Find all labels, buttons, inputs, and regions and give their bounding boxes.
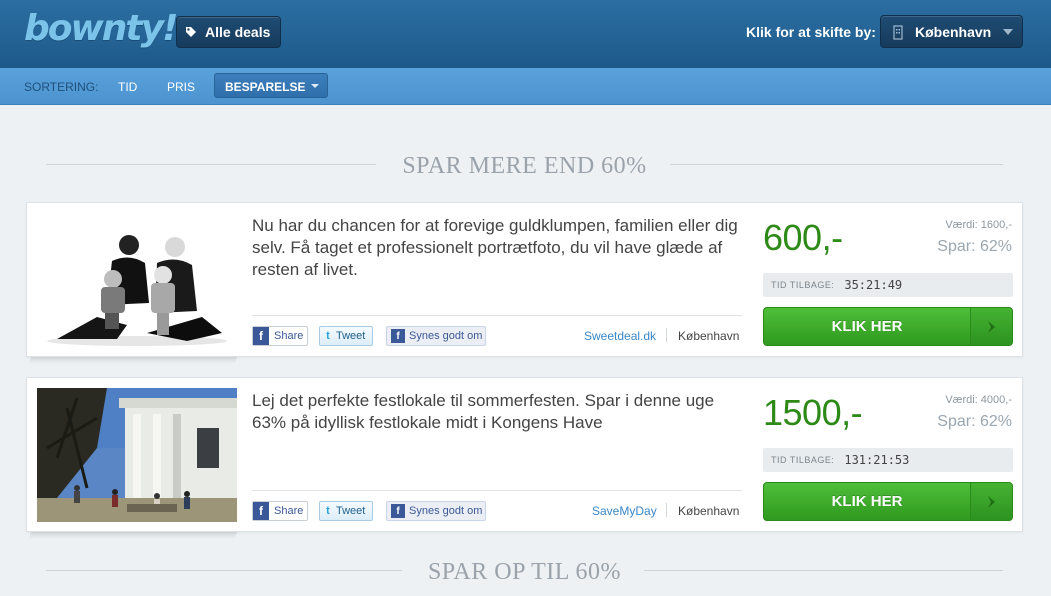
city-switch-label: Klik for at skifte by: — [746, 24, 876, 40]
divider — [666, 328, 667, 342]
city-select-label: København — [915, 23, 992, 40]
top-header: bownty! Alle deals Klik for at skifte by… — [0, 0, 1051, 68]
deal-source-link[interactable]: Sweetdeal.dk — [584, 329, 656, 343]
deal-description[interactable]: Lej det perfekte festlokale til sommerfe… — [252, 390, 747, 434]
tag-icon — [185, 26, 197, 38]
sort-option-savings[interactable]: BESPARELSE — [214, 73, 328, 98]
divider — [666, 503, 667, 517]
sort-label: SORTERING: — [24, 80, 99, 94]
deal-card: Lej det perfekte festlokale til sommerfe… — [26, 377, 1023, 532]
card-shadow — [28, 356, 238, 364]
facebook-icon: f — [253, 502, 269, 520]
tweet-button[interactable]: t Tweet — [319, 501, 373, 521]
deal-photo-venue[interactable] — [37, 388, 237, 522]
deal-timer: TID TILBAGE: 35:21:49 — [763, 273, 1013, 297]
deal-source-link[interactable]: SaveMyDay — [592, 504, 657, 518]
deal-photo-family[interactable] — [37, 213, 237, 347]
section-title: SPAR OP TIL 60% — [427, 559, 622, 585]
logo[interactable]: bownty! — [24, 8, 178, 49]
deal-timer: TID TILBAGE: 131:21:53 — [763, 448, 1013, 472]
klik-her-button[interactable]: KLIK HER — [763, 482, 1013, 521]
deal-description[interactable]: Nu har du chancen for at forevige guldkl… — [252, 215, 747, 281]
sort-bar: SORTERING: TID PRIS BESPARELSE — [0, 68, 1051, 105]
timer-value: 131:21:53 — [844, 453, 910, 467]
deal-city: København — [678, 329, 740, 343]
building-icon — [893, 24, 903, 40]
facebook-like-button[interactable]: f Synes godt om — [386, 326, 486, 346]
chevron-down-icon — [311, 84, 319, 88]
deal-price: 600,- — [763, 217, 843, 258]
social-bar: f Share t Tweet f Synes godt om SaveMyDa… — [252, 490, 742, 524]
chevron-right-icon — [970, 308, 1012, 345]
deal-city: København — [678, 504, 740, 518]
timer-label: TID TILBAGE: — [771, 455, 835, 465]
social-bar: f Share t Tweet f Synes godt om Sweetdea… — [252, 315, 742, 349]
deal-value: Værdi: 1600,- — [945, 219, 1012, 231]
all-deals-button[interactable]: Alle deals — [176, 16, 282, 48]
deal-price: 1500,- — [763, 392, 863, 433]
twitter-icon: t — [326, 330, 330, 342]
sort-option-price[interactable]: PRIS — [167, 80, 195, 94]
timer-value: 35:21:49 — [844, 278, 903, 292]
klik-her-label: KLIK HER — [831, 318, 903, 335]
city-select[interactable]: København — [880, 15, 1023, 48]
facebook-icon: f — [253, 327, 269, 345]
section-title: SPAR MERE END 60% — [402, 153, 647, 179]
section-header: SPAR OP TIL 60% — [46, 559, 1003, 585]
timer-label: TID TILBAGE: — [771, 280, 835, 290]
deal-savings: Spar: 62% — [937, 413, 1012, 430]
sort-option-time[interactable]: TID — [118, 80, 137, 94]
card-shadow — [28, 531, 238, 539]
facebook-icon: f — [391, 329, 405, 343]
klik-her-label: KLIK HER — [831, 493, 903, 510]
all-deals-label: Alle deals — [205, 24, 271, 40]
deal-value: Værdi: 4000,- — [945, 394, 1012, 406]
klik-her-button[interactable]: KLIK HER — [763, 307, 1013, 346]
chevron-right-icon — [970, 483, 1012, 520]
twitter-icon: t — [326, 505, 330, 517]
tweet-button[interactable]: t Tweet — [319, 326, 373, 346]
chevron-down-icon — [1003, 28, 1014, 35]
facebook-icon: f — [391, 504, 405, 518]
facebook-share-button[interactable]: f Share — [252, 326, 308, 346]
facebook-like-button[interactable]: f Synes godt om — [386, 501, 486, 521]
section-header: SPAR MERE END 60% — [46, 153, 1003, 179]
deal-card: Nu har du chancen for at forevige guldkl… — [26, 202, 1023, 357]
facebook-share-button[interactable]: f Share — [252, 501, 308, 521]
deal-savings: Spar: 62% — [937, 238, 1012, 255]
sort-active-label: BESPARELSE — [225, 80, 306, 94]
